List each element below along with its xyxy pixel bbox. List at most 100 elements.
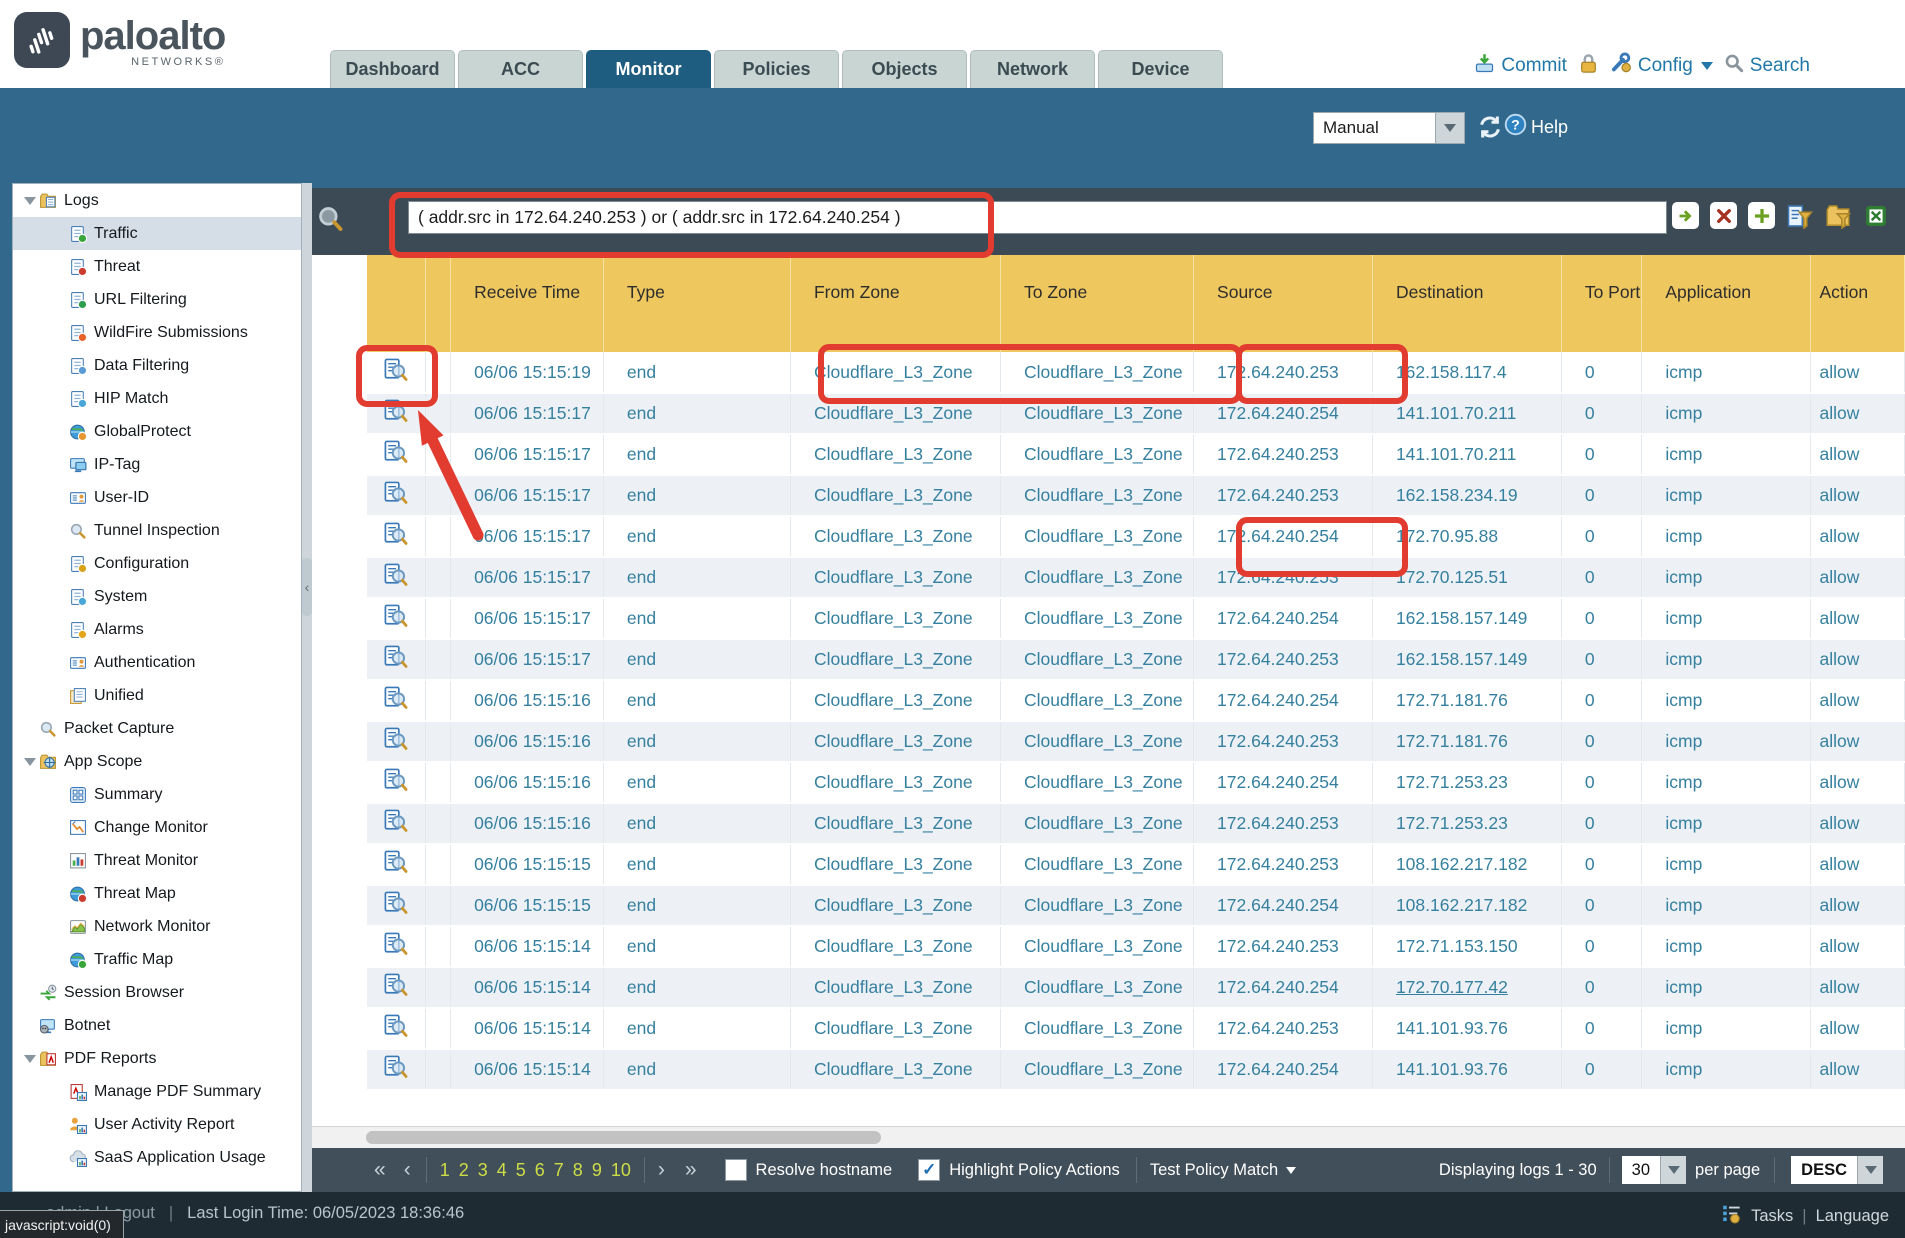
apply-filter-button[interactable] bbox=[1672, 202, 1699, 229]
cell-to-port[interactable]: 0 bbox=[1561, 639, 1642, 680]
cell-destination[interactable]: 162.158.117.4 bbox=[1372, 352, 1561, 393]
cell-destination[interactable]: 141.101.93.76 bbox=[1372, 1049, 1561, 1090]
page-number-5[interactable]: 5 bbox=[516, 1160, 526, 1181]
cell-from-zone[interactable]: Cloudflare_L3_Zone bbox=[790, 516, 1000, 557]
cell-source[interactable]: 172.64.240.254 bbox=[1194, 885, 1373, 926]
sidebar-item-authentication[interactable]: Authentication bbox=[13, 646, 301, 679]
sidebar-item-system[interactable]: System bbox=[13, 580, 301, 613]
cell-from-zone[interactable]: Cloudflare_L3_Zone bbox=[790, 721, 1000, 762]
cell-to-port[interactable]: 0 bbox=[1561, 352, 1642, 393]
last-page-button[interactable]: » bbox=[685, 1158, 699, 1182]
prev-page-button[interactable]: ‹ bbox=[404, 1158, 413, 1182]
sidebar-item-user-id[interactable]: User-ID bbox=[13, 481, 301, 514]
cell-application[interactable]: icmp bbox=[1642, 680, 1811, 721]
cell-source[interactable]: 172.64.240.254 bbox=[1194, 967, 1373, 1008]
tab-monitor[interactable]: Monitor bbox=[586, 50, 711, 88]
cell-to-zone[interactable]: Cloudflare_L3_Zone bbox=[1000, 1008, 1193, 1049]
cell-from-zone[interactable]: Cloudflare_L3_Zone bbox=[790, 680, 1000, 721]
cell-to-port[interactable]: 0 bbox=[1561, 967, 1642, 1008]
cell-application[interactable]: icmp bbox=[1642, 516, 1811, 557]
cell-source[interactable]: 172.64.240.254 bbox=[1194, 1049, 1373, 1090]
cell-destination[interactable]: 172.70.177.42 bbox=[1372, 967, 1561, 1008]
cell-to-port[interactable]: 0 bbox=[1561, 516, 1642, 557]
load-filter-button[interactable] bbox=[1824, 202, 1851, 229]
cell-destination[interactable]: 162.158.157.149 bbox=[1372, 598, 1561, 639]
search-button[interactable]: Search bbox=[1750, 55, 1810, 77]
per-page-dropdown-button[interactable] bbox=[1660, 1156, 1686, 1184]
config-caret-icon[interactable] bbox=[1701, 62, 1713, 70]
log-detail-icon[interactable] bbox=[384, 563, 408, 587]
page-number-2[interactable]: 2 bbox=[459, 1160, 469, 1181]
sidebar-item-threat[interactable]: Threat bbox=[13, 250, 301, 283]
cell-destination[interactable]: 172.71.253.23 bbox=[1372, 762, 1561, 803]
cell-from-zone[interactable]: Cloudflare_L3_Zone bbox=[790, 803, 1000, 844]
resolve-hostname-checkbox[interactable] bbox=[725, 1159, 747, 1181]
language-button[interactable]: Language bbox=[1816, 1207, 1889, 1226]
sidebar-item-app-scope[interactable]: App Scope bbox=[13, 745, 301, 778]
sidebar-item-hip-match[interactable]: HIP Match bbox=[13, 382, 301, 415]
cell-to-port[interactable]: 0 bbox=[1561, 557, 1642, 598]
column-header-receive-time[interactable]: Receive Time bbox=[451, 255, 604, 352]
cell-destination[interactable]: 172.71.181.76 bbox=[1372, 721, 1561, 762]
cell-application[interactable]: icmp bbox=[1642, 803, 1811, 844]
cell-source[interactable]: 172.64.240.253 bbox=[1194, 352, 1373, 393]
sidebar-item-change-monitor[interactable]: Change Monitor bbox=[13, 811, 301, 844]
cell-to-port[interactable]: 0 bbox=[1561, 885, 1642, 926]
page-number-1[interactable]: 1 bbox=[440, 1160, 450, 1181]
cell-to-port[interactable]: 0 bbox=[1561, 1008, 1642, 1049]
cell-destination[interactable]: 162.158.157.149 bbox=[1372, 639, 1561, 680]
cell-source[interactable]: 172.64.240.253 bbox=[1194, 803, 1373, 844]
config-button[interactable]: Config bbox=[1638, 55, 1693, 77]
cell-from-zone[interactable]: Cloudflare_L3_Zone bbox=[790, 352, 1000, 393]
column-header-from-zone[interactable]: From Zone bbox=[790, 255, 1000, 352]
page-number-7[interactable]: 7 bbox=[554, 1160, 564, 1181]
page-number-4[interactable]: 4 bbox=[497, 1160, 507, 1181]
log-detail-icon[interactable] bbox=[384, 440, 408, 464]
log-detail-icon[interactable] bbox=[384, 973, 408, 997]
tree-expander-icon[interactable] bbox=[21, 197, 39, 205]
cell-from-zone[interactable]: Cloudflare_L3_Zone bbox=[790, 762, 1000, 803]
cell-icon[interactable] bbox=[367, 639, 426, 680]
cell-to-port[interactable]: 0 bbox=[1561, 680, 1642, 721]
cell-source[interactable]: 172.64.240.253 bbox=[1194, 557, 1373, 598]
sidebar-item-data-filtering[interactable]: Data Filtering bbox=[13, 349, 301, 382]
page-number-6[interactable]: 6 bbox=[535, 1160, 545, 1181]
refresh-interval-select[interactable]: Manual bbox=[1313, 112, 1465, 144]
cell-from-zone[interactable]: Cloudflare_L3_Zone bbox=[790, 475, 1000, 516]
cell-to-zone[interactable]: Cloudflare_L3_Zone bbox=[1000, 393, 1193, 434]
sidebar-item-traffic[interactable]: Traffic bbox=[13, 217, 301, 250]
cell-icon[interactable] bbox=[367, 844, 426, 885]
cell-icon[interactable] bbox=[367, 393, 426, 434]
refresh-interval-dropdown-button[interactable] bbox=[1435, 113, 1464, 143]
cell-source[interactable]: 172.64.240.254 bbox=[1194, 393, 1373, 434]
log-detail-icon[interactable] bbox=[384, 1055, 408, 1079]
cell-from-zone[interactable]: Cloudflare_L3_Zone bbox=[790, 393, 1000, 434]
log-detail-icon[interactable] bbox=[384, 645, 408, 669]
log-detail-icon[interactable] bbox=[384, 932, 408, 956]
log-detail-icon[interactable] bbox=[384, 809, 408, 833]
cell-icon[interactable] bbox=[367, 1008, 426, 1049]
sort-order-select[interactable]: DESC bbox=[1791, 1156, 1883, 1184]
cell-application[interactable]: icmp bbox=[1642, 475, 1811, 516]
cell-icon[interactable] bbox=[367, 516, 426, 557]
cell-destination[interactable]: 108.162.217.182 bbox=[1372, 885, 1561, 926]
cell-to-port[interactable]: 0 bbox=[1561, 844, 1642, 885]
column-header-to-zone[interactable]: To Zone bbox=[1000, 255, 1193, 352]
tab-network[interactable]: Network bbox=[970, 50, 1095, 88]
sidebar-item-threat-map[interactable]: Threat Map bbox=[13, 877, 301, 910]
page-number-10[interactable]: 10 bbox=[611, 1160, 631, 1181]
cell-to-zone[interactable]: Cloudflare_L3_Zone bbox=[1000, 639, 1193, 680]
cell-from-zone[interactable]: Cloudflare_L3_Zone bbox=[790, 1049, 1000, 1090]
cell-from-zone[interactable]: Cloudflare_L3_Zone bbox=[790, 557, 1000, 598]
cell-to-port[interactable]: 0 bbox=[1561, 393, 1642, 434]
cell-to-port[interactable]: 0 bbox=[1561, 762, 1642, 803]
sidebar-item-saas-application-usage[interactable]: SaaS Application Usage bbox=[13, 1141, 301, 1174]
sidebar-item-pdf-reports[interactable]: PDF Reports bbox=[13, 1042, 301, 1075]
cell-to-zone[interactable]: Cloudflare_L3_Zone bbox=[1000, 680, 1193, 721]
cell-to-port[interactable]: 0 bbox=[1561, 1049, 1642, 1090]
sort-order-dropdown-button[interactable] bbox=[1857, 1156, 1883, 1184]
cell-source[interactable]: 172.64.240.254 bbox=[1194, 516, 1373, 557]
cell-to-port[interactable]: 0 bbox=[1561, 803, 1642, 844]
cell-to-zone[interactable]: Cloudflare_L3_Zone bbox=[1000, 475, 1193, 516]
cell-to-zone[interactable]: Cloudflare_L3_Zone bbox=[1000, 352, 1193, 393]
